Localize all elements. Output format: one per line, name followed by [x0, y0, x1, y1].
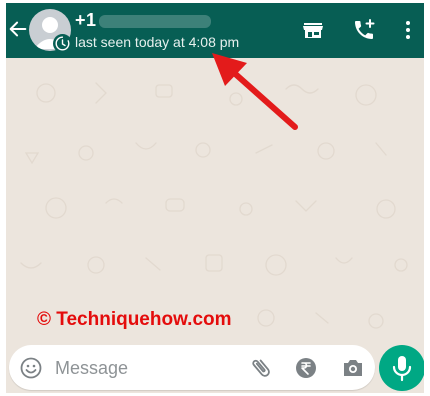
- message-input[interactable]: Message: [55, 358, 128, 379]
- chat-header: +1 last seen today at 4:08 pm: [6, 3, 424, 58]
- watermark-text: © Techniquehow.com: [37, 309, 232, 330]
- mic-icon: [392, 356, 412, 382]
- more-vert-icon[interactable]: [396, 18, 420, 42]
- chat-wallpaper: [20, 82, 408, 329]
- emoji-icon[interactable]: [19, 356, 43, 380]
- contact-name[interactable]: +1: [75, 10, 97, 31]
- attach-icon[interactable]: [249, 356, 273, 380]
- camera-icon[interactable]: [341, 356, 365, 380]
- message-composer[interactable]: Message: [9, 345, 375, 390]
- last-seen-status: last seen today at 4:08 pm: [75, 34, 240, 50]
- rupee-icon[interactable]: [294, 356, 318, 380]
- back-arrow-icon[interactable]: [7, 18, 29, 40]
- add-call-icon[interactable]: [352, 18, 376, 42]
- voice-record-button[interactable]: [379, 345, 424, 391]
- store-icon[interactable]: [301, 18, 325, 42]
- chat-screen: +1 last seen today at 4:08 pm © Techniqu…: [6, 3, 424, 393]
- disappearing-timer-icon: [53, 34, 72, 53]
- redacted-name: [99, 15, 211, 28]
